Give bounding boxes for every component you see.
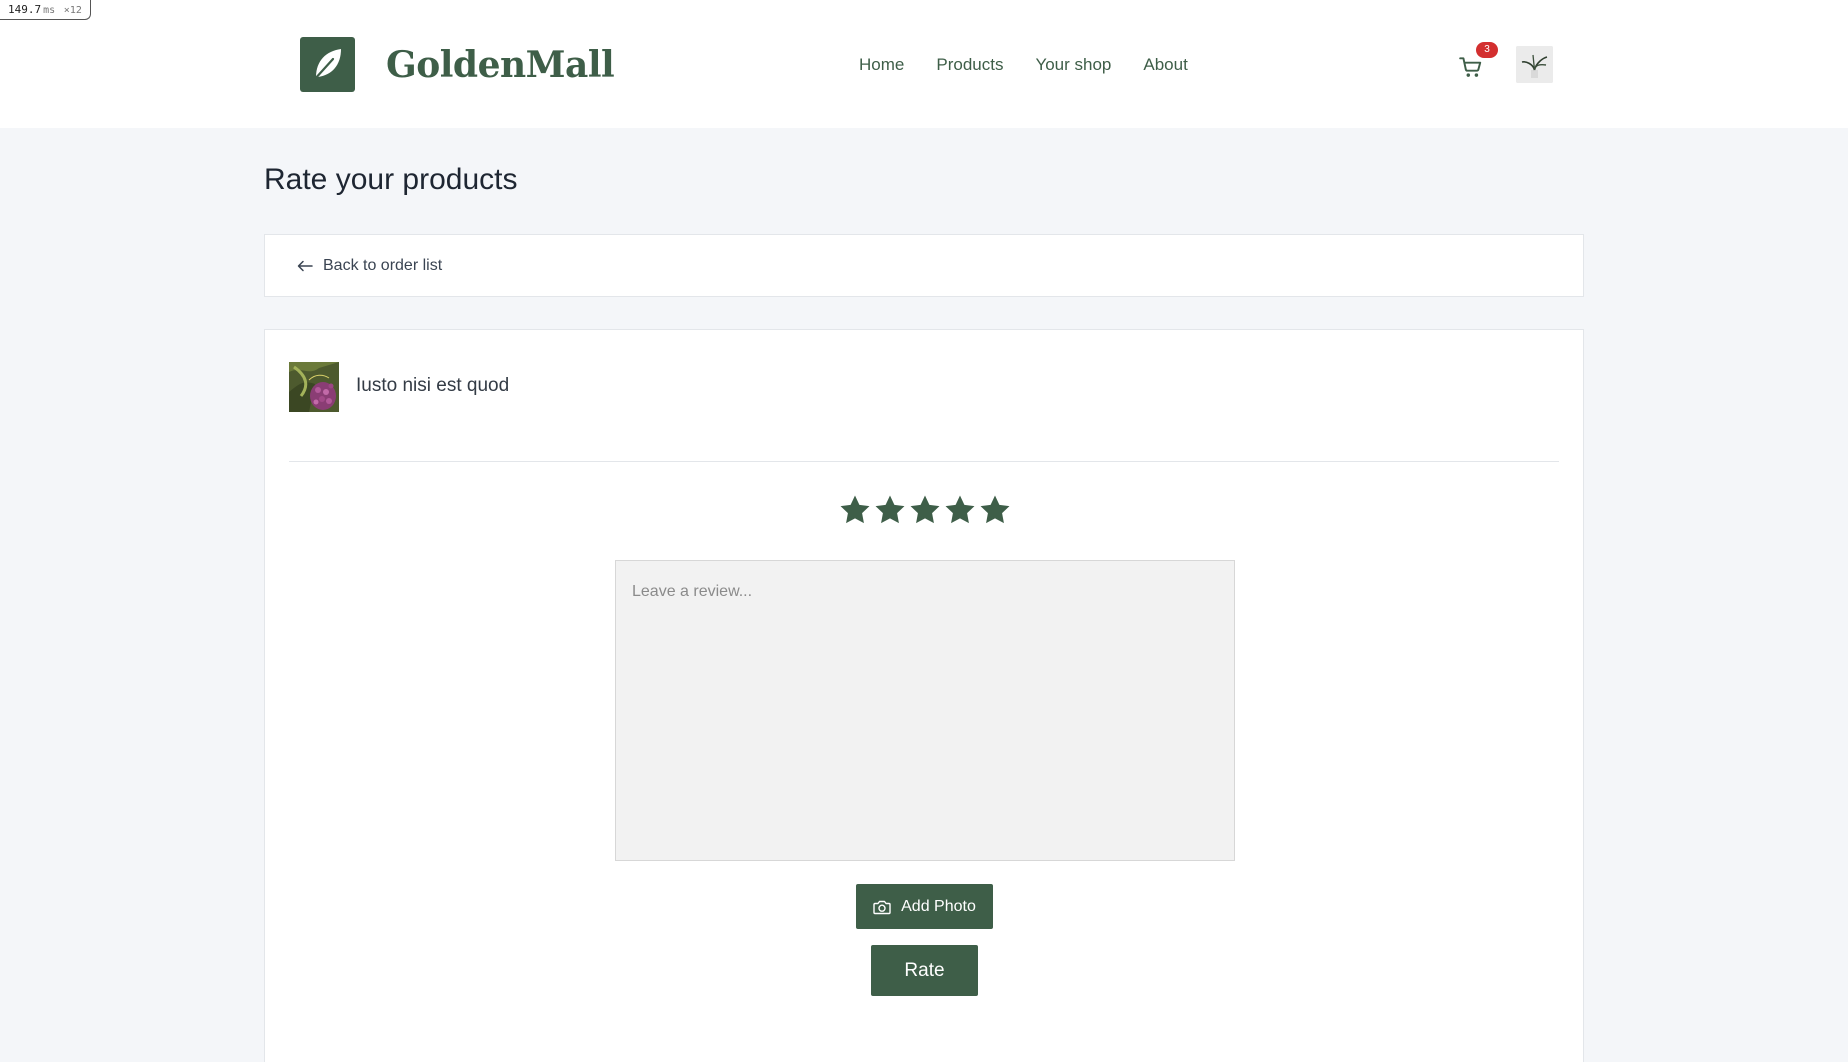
nav-your-shop[interactable]: Your shop	[1035, 52, 1111, 78]
nav-about[interactable]: About	[1143, 52, 1187, 78]
perf-value: 149.7	[8, 3, 42, 16]
cart-count-badge: 3	[1476, 42, 1498, 58]
product-thumbnail	[289, 362, 339, 412]
cart-icon	[1459, 57, 1482, 77]
nav-home[interactable]: Home	[859, 52, 904, 78]
brand-name[interactable]: GoldenMall	[386, 38, 615, 92]
review-textarea[interactable]	[615, 560, 1235, 861]
plant-avatar-image	[1516, 46, 1553, 83]
rating-card: Iusto nisi est quod Add Photo Rate	[264, 329, 1584, 1062]
perf-multiplier: ×12	[63, 5, 82, 16]
rate-button[interactable]: Rate	[871, 945, 978, 996]
star-rating[interactable]	[838, 493, 1012, 527]
perf-unit: ms	[43, 5, 56, 16]
cart-button[interactable]: 3	[1458, 42, 1498, 84]
brand-logo[interactable]	[300, 37, 355, 92]
page-title: Rate your products	[264, 163, 518, 196]
camera-icon	[873, 900, 891, 914]
leaf-icon	[312, 49, 341, 82]
back-bar: Back to order list	[264, 234, 1584, 297]
add-photo-label: Add Photo	[901, 897, 976, 915]
product-name: Iusto nisi est quod	[356, 375, 510, 396]
perf-counter: 149.7 ms ×12	[0, 0, 91, 20]
top-header: GoldenMall Home Products Your shop About…	[0, 0, 1848, 128]
main-nav: Home Products Your shop About	[859, 52, 1188, 78]
add-photo-button[interactable]: Add Photo	[856, 884, 993, 929]
nav-products[interactable]: Products	[936, 52, 1003, 78]
product-row: Iusto nisi est quod	[289, 362, 1559, 462]
user-avatar[interactable]	[1516, 46, 1553, 83]
star-icon[interactable]	[908, 493, 942, 527]
back-to-order-list-link[interactable]: Back to order list	[297, 253, 442, 279]
star-icon[interactable]	[838, 493, 872, 527]
flower-photo	[289, 362, 339, 412]
star-icon[interactable]	[873, 493, 907, 527]
star-icon[interactable]	[943, 493, 977, 527]
back-link-label: Back to order list	[323, 257, 443, 274]
arrow-left-icon	[297, 260, 313, 272]
star-icon[interactable]	[978, 493, 1012, 527]
